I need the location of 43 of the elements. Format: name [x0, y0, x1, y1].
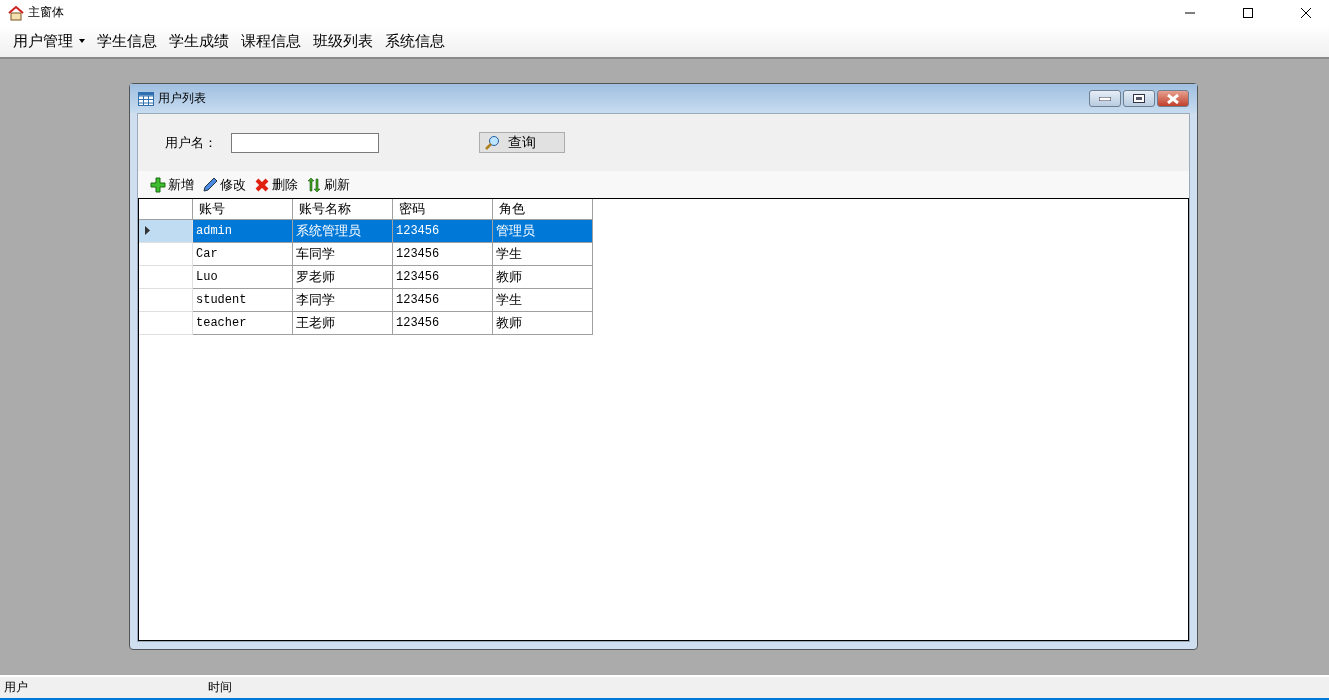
username-field[interactable]: [231, 132, 379, 153]
pencil-icon: [202, 176, 218, 193]
column-header[interactable]: 账号: [192, 199, 293, 219]
toolbar-button[interactable]: 修改: [200, 175, 248, 194]
refresh-icon: [306, 176, 322, 193]
minimize-button[interactable]: [1089, 90, 1121, 107]
menu-item[interactable]: 课程信息: [236, 29, 306, 53]
plus-icon: [150, 176, 166, 193]
window-title: 主窗体: [28, 4, 65, 21]
status-text: 时间: [207, 679, 233, 696]
restore-icon: [1133, 94, 1145, 103]
caret-icon: [79, 39, 85, 43]
row-header[interactable]: [139, 242, 193, 265]
restore-button[interactable]: [1123, 90, 1155, 107]
menu-item[interactable]: 学生成绩: [164, 29, 234, 53]
window-title: 用户列表: [158, 90, 207, 107]
search-icon: [484, 134, 500, 151]
toolbar-button[interactable]: 刷新: [304, 175, 352, 194]
close-icon: [1301, 7, 1311, 18]
column-header[interactable]: 账号名称: [292, 199, 393, 219]
row-header[interactable]: [139, 311, 193, 334]
row-header[interactable]: [139, 288, 193, 311]
maximize-icon: [1243, 7, 1253, 18]
column-header[interactable]: 密码: [392, 199, 493, 219]
status-text: 用户: [3, 679, 29, 696]
menu-item[interactable]: 用户管理: [8, 29, 90, 53]
menu-item[interactable]: 班级列表: [308, 29, 378, 53]
menu-item[interactable]: 学生信息: [92, 29, 162, 53]
username-label: 用户名：: [165, 133, 218, 152]
table-icon: [138, 91, 154, 106]
toolbar-button[interactable]: 删除: [252, 175, 300, 194]
query-button[interactable]: 查询: [479, 132, 565, 153]
current-row-icon: [145, 226, 150, 235]
row-header[interactable]: [139, 265, 193, 288]
row-header[interactable]: [139, 219, 193, 242]
close-button[interactable]: [1157, 90, 1189, 107]
menu-item[interactable]: 系统信息: [380, 29, 450, 53]
cross-icon: [254, 176, 270, 193]
house-icon: [8, 4, 24, 21]
toolbar-button[interactable]: 新增: [148, 175, 196, 194]
close-icon: [1167, 93, 1179, 104]
column-header[interactable]: 角色: [492, 199, 593, 219]
minimize-icon: [1099, 96, 1111, 101]
